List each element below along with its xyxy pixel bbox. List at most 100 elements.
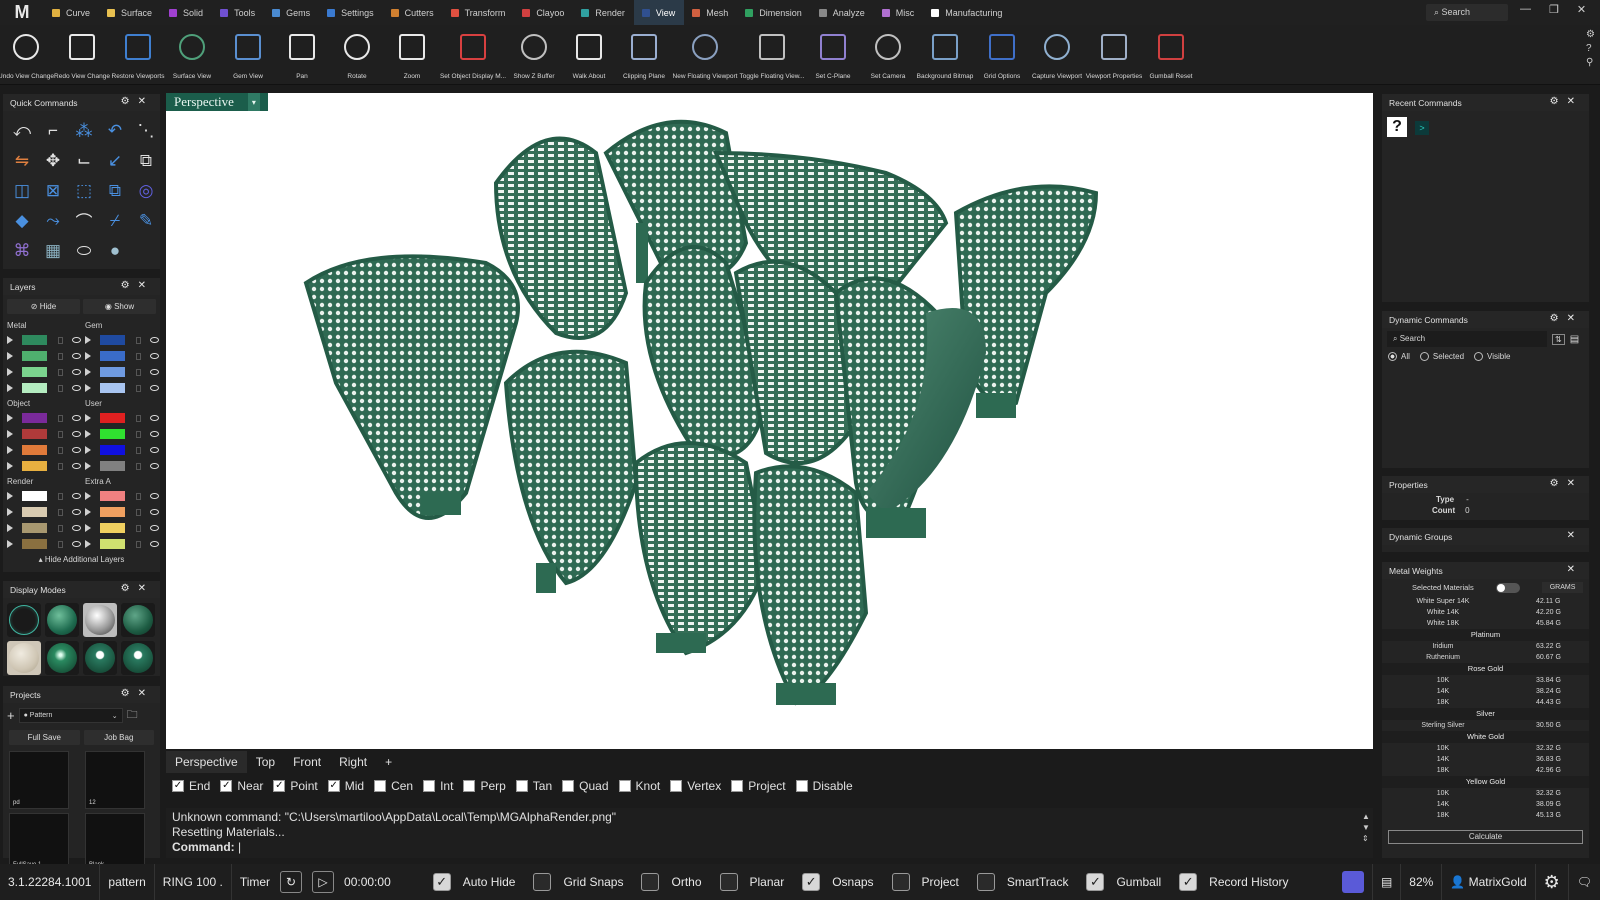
filter-selected[interactable]: Selected [1419, 352, 1464, 361]
chat-icon[interactable]: 🗨 [1569, 864, 1600, 900]
pin-icon[interactable]: ⚲ [1586, 56, 1595, 70]
expand-arrow-icon[interactable] [7, 414, 13, 422]
layer-color-swatch[interactable] [22, 367, 47, 377]
expand-arrow-icon[interactable] [85, 352, 91, 360]
expand-arrow-icon[interactable] [7, 384, 13, 392]
layer-row[interactable] [3, 410, 81, 426]
panel-controls[interactable]: ⚙✕ [1550, 96, 1583, 107]
menu-tab-gems[interactable]: Gems [264, 0, 319, 25]
z-buffer-button[interactable]: Show Z Buffer [504, 25, 564, 85]
menu-tab-manufacturing[interactable]: Manufacturing [923, 0, 1011, 25]
menu-tab-tools[interactable]: Tools [212, 0, 264, 25]
snap-int[interactable]: Int [423, 779, 453, 793]
view-tab-perspective[interactable]: Perspective [166, 751, 247, 773]
selected-materials-toggle[interactable] [1495, 582, 1520, 593]
layer-color-swatch[interactable] [100, 523, 125, 533]
eye-icon[interactable] [150, 525, 159, 531]
snap-vertex[interactable]: Vertex [670, 779, 721, 793]
user-account[interactable]: 👤 MatrixGold [1442, 864, 1536, 900]
floating-viewport-button[interactable]: New Floating Viewport [673, 25, 737, 85]
expand-arrow-icon[interactable] [85, 368, 91, 376]
undo-view-button[interactable]: Undo View Change [0, 25, 56, 85]
viewport-label[interactable]: Perspective ▾ [166, 93, 268, 111]
lock-icon[interactable] [57, 352, 64, 360]
project-thumbnail[interactable]: FullSave 1 [9, 813, 69, 871]
hide-icon[interactable]: ⌿ [102, 207, 128, 234]
layer-color-swatch[interactable] [22, 429, 47, 439]
eye-icon[interactable] [150, 431, 159, 437]
lock-icon[interactable] [57, 336, 64, 344]
snap-cen[interactable]: Cen [374, 779, 413, 793]
expand-arrow-icon[interactable] [85, 336, 91, 344]
lock-icon[interactable] [135, 446, 142, 454]
checkbox-icon[interactable] [641, 873, 660, 891]
gem-cluster-icon[interactable]: ⁂ [71, 117, 97, 144]
layer-row[interactable] [81, 410, 159, 426]
toggle-planar[interactable]: Planar [719, 873, 784, 891]
grid-options-button[interactable]: Grid Options [972, 25, 1032, 85]
checkbox-icon[interactable] [562, 780, 575, 792]
menu-tab-mesh[interactable]: Mesh [684, 0, 737, 25]
snap-mid[interactable]: ✓ Mid [327, 779, 364, 793]
redo-view-button[interactable]: Redo View Change [52, 25, 112, 85]
menu-tab-solid[interactable]: Solid [161, 0, 212, 25]
layer-row[interactable] [3, 348, 81, 364]
rotate-icon[interactable]: ⌙ [71, 147, 97, 174]
layer-color-swatch[interactable] [100, 539, 125, 549]
checkbox-icon[interactable] [719, 873, 738, 891]
lock-icon[interactable] [135, 336, 142, 344]
expand-arrow-icon[interactable] [7, 492, 13, 500]
toggle-grid-snaps[interactable]: Grid Snaps [533, 873, 623, 891]
toggle-floating-button[interactable]: Toggle Floating View... [740, 25, 804, 85]
snap-project[interactable]: Project [731, 779, 786, 793]
snap-tan[interactable]: Tan [515, 779, 552, 793]
eye-icon[interactable] [150, 369, 159, 375]
layer-row[interactable] [3, 380, 81, 396]
project-thumbnail[interactable]: pd [9, 751, 69, 809]
expand-arrow-icon[interactable] [85, 540, 91, 548]
toggle-gumball[interactable]: ✓ Gumball [1086, 873, 1161, 891]
checkbox-icon[interactable] [618, 780, 631, 792]
gem-icon[interactable]: ◆ [9, 207, 35, 234]
arc-icon[interactable]: ↶ [102, 117, 128, 144]
minimize-icon[interactable]: — [1520, 3, 1531, 16]
expand-arrow-icon[interactable] [7, 462, 13, 470]
job-bag-button[interactable]: Job Bag [83, 730, 154, 745]
eye-icon[interactable] [72, 337, 81, 343]
checkbox-icon[interactable]: ✓ [172, 780, 184, 792]
expand-arrow-icon[interactable] [7, 540, 13, 548]
layer-color-swatch[interactable] [22, 491, 47, 501]
folder-icon[interactable]: 🗀 [127, 706, 138, 725]
eye-icon[interactable] [72, 525, 81, 531]
user-mode-icon[interactable] [83, 641, 117, 675]
matrix-logo-icon[interactable] [1334, 864, 1373, 900]
lock-icon[interactable] [57, 492, 64, 500]
curve-icon[interactable]: ⤺ [9, 117, 35, 144]
eye-icon[interactable] [72, 353, 81, 359]
eye-icon[interactable] [150, 415, 159, 421]
wireframe-mode-icon[interactable] [7, 603, 41, 637]
layer-row[interactable] [81, 348, 159, 364]
panel-controls[interactable]: ⚙✕ [1550, 478, 1583, 489]
menu-tab-analyze[interactable]: Analyze [811, 0, 874, 25]
settings-gear-icon[interactable]: ⚙ [1536, 864, 1569, 900]
filter-visible[interactable]: Visible [1474, 352, 1510, 361]
panel-toggle-icon[interactable]: ▤ [1373, 864, 1402, 900]
project-thumbnail[interactable]: Blank [85, 813, 145, 871]
layer-row[interactable] [81, 364, 159, 380]
checkbox-icon[interactable] [795, 780, 808, 792]
checkbox-icon[interactable] [463, 780, 476, 792]
clay-mode-icon[interactable] [7, 641, 41, 675]
scroll-down-icon[interactable]: ▼ [1362, 823, 1374, 832]
gem-view-button[interactable]: Gem View [218, 25, 278, 85]
timer-reset-icon[interactable]: ↻ [280, 871, 303, 893]
gumball-reset-button[interactable]: Gumball Reset [1141, 25, 1201, 85]
lock-icon[interactable] [135, 352, 142, 360]
eye-icon[interactable] [150, 493, 159, 499]
snap-near[interactable]: ✓ Near [220, 779, 263, 793]
snap-perp[interactable]: Perp [463, 779, 506, 793]
eye-icon[interactable] [72, 415, 81, 421]
clipping-plane-button[interactable]: Clipping Plane [614, 25, 674, 85]
eye-icon[interactable] [150, 337, 159, 343]
layer-color-swatch[interactable] [22, 351, 47, 361]
